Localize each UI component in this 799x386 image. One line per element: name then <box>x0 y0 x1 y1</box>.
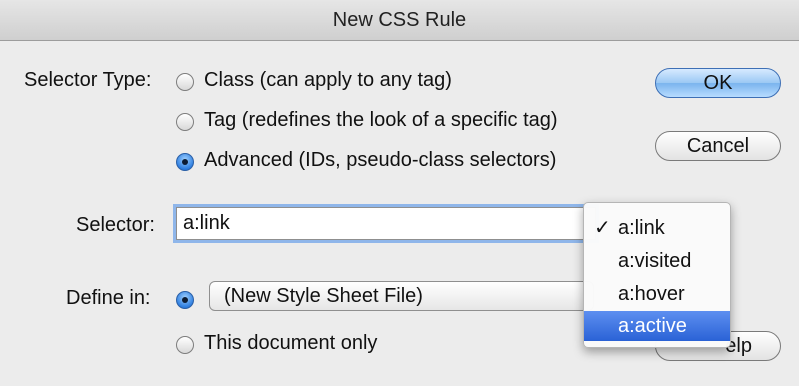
menu-item-label: a:hover <box>618 283 685 305</box>
selector-label: Selector: <box>76 214 155 236</box>
menu-item-label: a:active <box>618 315 687 337</box>
menu-item-hover[interactable]: a:hover <box>584 279 730 309</box>
menu-item-visited[interactable]: a:visited <box>584 246 730 276</box>
menu-item-active[interactable]: a:active <box>584 311 730 341</box>
define-in-label: Define in: <box>66 287 151 309</box>
this-document-only-label[interactable]: This document only <box>204 332 377 355</box>
checkmark-icon: ✓ <box>594 217 611 239</box>
selector-type-label: Selector Type: <box>24 69 152 91</box>
menu-item-label: a:visited <box>618 250 692 272</box>
radio-tag[interactable] <box>176 113 194 131</box>
radio-tag-label[interactable]: Tag (redefines the look of a specific ta… <box>204 109 558 132</box>
radio-new-style-sheet[interactable] <box>176 291 194 309</box>
radio-advanced-label[interactable]: Advanced (IDs, pseudo-class selectors) <box>204 149 556 172</box>
menu-item-label: a:link <box>618 217 665 239</box>
cancel-button[interactable]: Cancel <box>655 131 781 161</box>
selector-input[interactable]: a:link <box>176 207 596 240</box>
style-sheet-select[interactable]: (New Style Sheet File) <box>209 281 594 311</box>
menu-item-link[interactable]: ✓ a:link <box>584 213 730 243</box>
window-title: New CSS Rule <box>0 0 799 41</box>
radio-this-document-only[interactable] <box>176 336 194 354</box>
ok-button[interactable]: OK <box>655 68 781 98</box>
selector-dropdown-menu: ✓ a:link a:visited a:hover a:active <box>583 202 731 348</box>
radio-class[interactable] <box>176 73 194 91</box>
radio-class-label[interactable]: Class (can apply to any tag) <box>204 69 452 92</box>
radio-advanced[interactable] <box>176 153 194 171</box>
